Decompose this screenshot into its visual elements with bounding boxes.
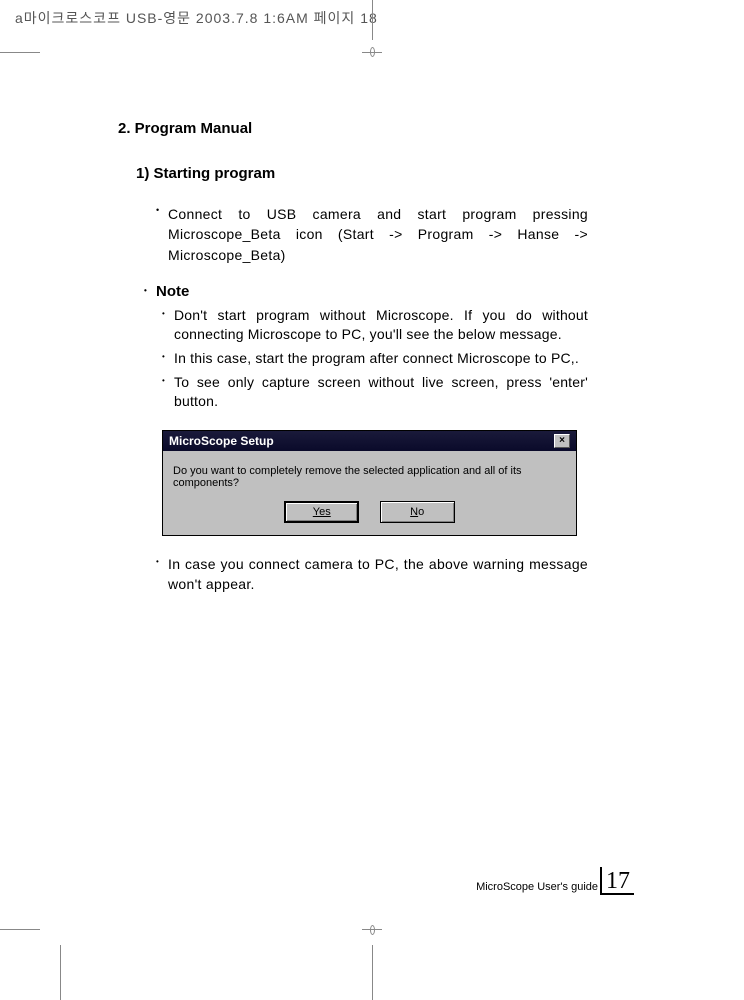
crop-mark <box>372 0 373 40</box>
dialog-button-row: Yes No <box>163 501 576 535</box>
dialog-titlebar: MicroScope Setup × <box>163 431 576 451</box>
section-title: 2. Program Manual <box>118 120 588 137</box>
subsection-title: 1) Starting program <box>136 165 588 182</box>
note-item: In this case, start the program after co… <box>174 349 588 369</box>
note-item: To see only capture screen without live … <box>174 373 588 412</box>
dialog-title-text: MicroScope Setup <box>169 434 274 448</box>
dialog-message: Do you want to completely remove the sel… <box>163 451 576 501</box>
note-heading: Note <box>156 283 588 300</box>
page-number-box: 17 <box>600 867 634 895</box>
body-text: Connect to USB camera and start program … <box>168 204 588 265</box>
crop-mark <box>370 47 375 57</box>
crop-mark <box>372 945 373 1000</box>
no-button[interactable]: No <box>380 501 455 523</box>
crop-mark <box>0 929 40 930</box>
crop-mark <box>370 925 375 935</box>
print-header: a마이크로스코프 USB-영문 2003.7.8 1:6AM 페이지 18 <box>15 8 378 28</box>
body-text: In case you connect camera to PC, the ab… <box>168 554 588 595</box>
note-item: Don't start program without Microscope. … <box>174 306 588 345</box>
crop-mark <box>0 52 40 53</box>
yes-button-label: Yes <box>313 506 331 518</box>
no-button-label: No <box>410 506 424 518</box>
footer-label: MicroScope User's guide <box>476 881 598 895</box>
dialog-box: MicroScope Setup × Do you want to comple… <box>162 430 577 536</box>
yes-button[interactable]: Yes <box>284 501 359 523</box>
crop-mark <box>60 945 61 1000</box>
page-number: 17 <box>606 869 630 893</box>
close-icon[interactable]: × <box>554 434 570 448</box>
page-content: 2. Program Manual 1) Starting program Co… <box>118 120 588 594</box>
page-footer: MicroScope User's guide 17 <box>476 867 634 895</box>
